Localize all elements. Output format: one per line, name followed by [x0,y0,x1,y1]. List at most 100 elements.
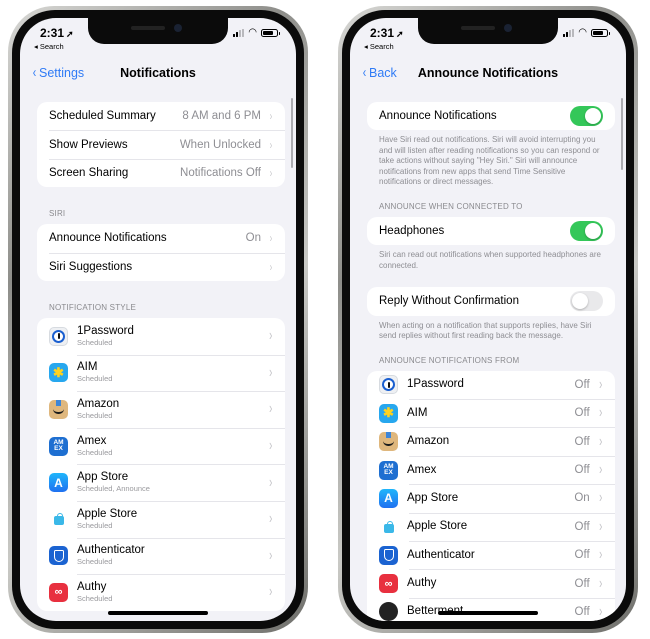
app-subtitle: Scheduled [77,520,113,530]
app-subtitle: Scheduled [77,593,113,603]
betterment-icon [379,602,398,621]
announce-content: Announce Notifications Have Siri read ou… [367,102,615,621]
scroll-indicator[interactable] [290,98,293,168]
status-time: 2:31 ➚ [40,26,74,40]
app-name: Apple Store [407,520,468,533]
announce-app-row-betterment[interactable]: Betterment Off › [367,597,615,621]
row-show-previews[interactable]: Show Previews When Unlocked › [37,130,285,158]
chevron-right-icon: › [598,461,602,479]
chevron-right-icon: › [598,602,602,620]
row-value: 8 AM and 6 PM [182,110,261,123]
apple-store-icon [49,509,68,529]
announce-app-row-apple-store[interactable]: Apple Store Off › [367,512,615,541]
headphones-group: Headphones [367,216,615,246]
section-header-siri: SIRI [49,209,66,219]
chevron-right-icon: › [598,404,602,422]
home-indicator[interactable] [108,611,208,615]
status-icons: ◠ [563,28,610,38]
section-header-connected: ANNOUNCE WHEN CONNECTED TO [379,201,523,211]
announce-footer: Have Siri read out notifications. Siri w… [379,135,600,187]
location-arrow-icon: ➚ [66,29,74,39]
announce-notifications-screen: 2:31 ➚ ◂ Search ◠ ‹ Back Announce Notifica… [350,18,626,621]
row-label: Siri Suggestions [49,260,133,273]
app-value: Off [574,577,590,590]
row-announce-notifications[interactable]: Announce Notifications On › [37,224,285,252]
row-label: Announce Notifications [49,232,167,245]
app-name: App Store [407,491,459,504]
chevron-right-icon: › [268,437,272,455]
app-subtitle: Scheduled [77,337,113,347]
announce-app-row-aim[interactable]: ✱ AIM Off › [367,399,615,427]
app-row-authenticator[interactable]: Authenticator Scheduled › [37,537,285,575]
front-camera [504,24,512,32]
row-value: When Unlocked [179,138,261,151]
row-screen-sharing[interactable]: Screen Sharing Notifications Off › [37,158,285,187]
app-name: AIM [77,361,98,374]
reply-footer: When acting on a notification that suppo… [379,320,592,341]
home-indicator[interactable] [438,611,538,615]
app-name: Authy [407,577,437,590]
chevron-right-icon: › [268,583,272,601]
back-to-search-link[interactable]: ◂ Search [364,42,394,51]
chevron-right-icon: › [268,546,272,564]
reply-without-confirmation-toggle[interactable] [570,291,603,312]
announce-app-row-authy[interactable]: ∞ Authy Off › [367,569,615,597]
app-name: App Store [77,471,129,484]
chevron-right-icon: › [269,259,273,274]
announce-group: Announce Notifications [367,102,615,131]
cellular-signal-icon [233,29,245,37]
announce-notifications-toggle[interactable] [570,106,603,127]
1password-icon [379,375,398,395]
app-name: Apple Store [77,507,138,520]
announce-app-row-amex[interactable]: AM EX Amex Off › [367,455,615,484]
navigation-bar: ‹ Back Announce Notifications [350,62,626,86]
chevron-right-icon: › [268,327,272,345]
app-value: Off [574,378,590,391]
amex-icon: AM EX [49,436,68,456]
row-label: Reply Without Confirmation [379,295,519,308]
app-row-authy[interactable]: ∞ Authy Scheduled › [37,574,285,611]
app-subtitle: Scheduled [77,447,113,457]
app-value: Off [574,520,590,533]
chevron-right-icon: › [268,473,272,491]
app-row-amazon[interactable]: Amazon Scheduled › [37,391,285,428]
row-scheduled-summary[interactable]: Scheduled Summary 8 AM and 6 PM › [37,102,285,130]
announce-app-row-amazon[interactable]: Amazon Off › [367,427,615,455]
row-label: Headphones [379,225,445,238]
chevron-right-icon: › [269,137,273,152]
app-name: Authenticator [407,548,475,561]
chevron-right-icon: › [268,363,272,381]
app-value: Off [574,464,590,477]
chevron-right-icon: › [598,489,602,507]
back-to-search-link[interactable]: ◂ Search [34,42,64,51]
battery-icon [261,29,280,37]
app-name: Amex [407,463,437,476]
app-row-amex[interactable]: AM EX Amex Scheduled › [37,427,285,465]
announce-apps-group: 1Password Off › ✱ AIM Off › Amazon Off ›… [367,370,615,621]
app-name: Amazon [407,435,450,448]
row-siri-suggestions[interactable]: Siri Suggestions › [37,252,285,281]
scroll-indicator[interactable] [620,98,623,170]
aim-icon: ✱ [49,363,68,383]
phone-notifications: 2:31 ➚ ◂ Search ◠ ‹ Settings Notifications… [8,6,308,633]
app-row-aim[interactable]: ✱ AIM Scheduled › [37,354,285,392]
authenticator-icon [379,545,398,565]
announce-app-row-app-store[interactable]: A App Store On › [367,484,615,512]
chevron-right-icon: › [598,375,602,393]
app-row-apple-store[interactable]: Apple Store Scheduled › [37,500,285,538]
location-arrow-icon: ➚ [396,29,404,39]
app-name: 1Password [407,378,464,391]
row-headphones: Headphones [367,217,615,245]
chevron-right-icon: › [269,109,273,124]
apple-store-icon [379,517,398,537]
headphones-toggle[interactable] [570,221,603,242]
1password-icon [49,326,68,346]
app-style-group: 1Password Scheduled › ✱ AIM Scheduled › Am… [37,317,285,611]
row-label: Scheduled Summary [49,110,156,123]
authy-icon: ∞ [49,582,68,602]
announce-app-row-authenticator[interactable]: Authenticator Off › [367,541,615,569]
app-row-app-store[interactable]: A App Store Scheduled, Announce › [37,464,285,501]
announce-app-row-1password[interactable]: 1Password Off › [367,371,615,399]
phone-bezel: 2:31 ➚ ◂ Search ◠ ‹ Back Announce Notifica… [342,10,634,629]
app-row-1password[interactable]: 1Password Scheduled › [37,318,285,355]
